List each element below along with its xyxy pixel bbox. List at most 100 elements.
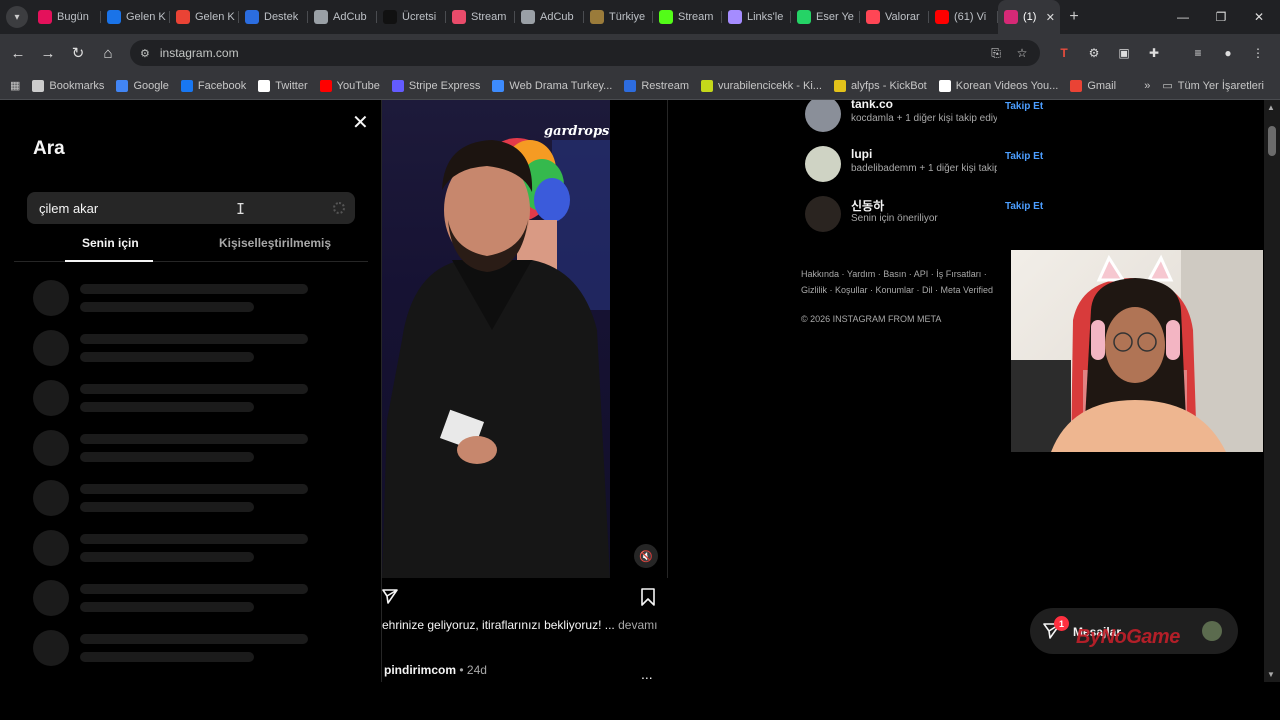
browser-tab[interactable]: Stream (446, 3, 515, 31)
new-tab-button[interactable]: + (1060, 8, 1088, 26)
save-bookmark-icon[interactable] (640, 588, 656, 606)
post-author-row: pindirimcom • 24d (384, 663, 487, 677)
mute-toggle-icon[interactable]: 🔇 (634, 544, 658, 568)
bookmark-label: Facebook (197, 79, 247, 92)
browser-tab[interactable]: Ücretsi (377, 3, 446, 31)
browser-tab[interactable]: Valorar (860, 3, 929, 31)
follow-button[interactable]: Takip Et (1005, 101, 1043, 112)
tab-unpersonalized[interactable]: Kişiselleştirilmemiş (219, 236, 331, 250)
browser-menu-icon[interactable]: ⋮ (1248, 43, 1268, 63)
tab-for-you[interactable]: Senin için (82, 236, 139, 250)
tab-label: Eser Ye (816, 11, 854, 23)
bookmark-favicon-icon (258, 79, 271, 92)
browser-tab[interactable]: Eser Ye (791, 3, 860, 31)
bookmarks-overflow-button[interactable]: » (1138, 80, 1156, 92)
close-search-icon[interactable]: ✕ (352, 110, 369, 135)
bookmark-item[interactable]: vurabilencicekk - Ki... (695, 79, 828, 92)
minimize-button[interactable]: — (1164, 0, 1202, 34)
video-frame (382, 138, 610, 578)
post-options-icon[interactable]: ... (641, 666, 653, 682)
tab-search-button[interactable]: ▾ (6, 6, 28, 28)
bookmark-item[interactable]: Web Drama Turkey... (486, 79, 618, 92)
browser-tab[interactable]: Gelen K (170, 3, 239, 31)
skeleton-avatar (33, 530, 69, 566)
profile-avatar-icon[interactable]: ● (1218, 43, 1238, 63)
browser-tab[interactable]: AdCub (515, 3, 584, 31)
bookmark-item[interactable]: Twitter (252, 79, 313, 92)
share-icon[interactable] (382, 588, 398, 604)
address-text: instagram.com (159, 46, 239, 60)
tab-favicon-icon (176, 10, 190, 24)
bookmark-star-icon[interactable]: ☆ (1012, 43, 1032, 63)
skeleton-result-row (33, 528, 323, 568)
taskbar-area (0, 682, 1280, 720)
suggestion-username[interactable]: tank.co (851, 100, 893, 111)
suggestion-avatar[interactable] (805, 100, 841, 132)
apps-grid-icon[interactable]: ▦ (0, 79, 26, 92)
maximize-button[interactable]: ❐ (1202, 0, 1240, 34)
follow-button[interactable]: Takip Et (1005, 151, 1043, 162)
webcam-overlay (1011, 250, 1263, 452)
media-control-icon[interactable]: ≡ (1188, 43, 1208, 63)
tab-favicon-icon (383, 10, 397, 24)
all-bookmarks-label: Tüm Yer İşaretleri (1177, 79, 1264, 92)
browser-tab[interactable]: Links'le (722, 3, 791, 31)
scroll-thumb[interactable] (1268, 126, 1276, 156)
suggestion-avatar[interactable] (805, 196, 841, 232)
extension-screen-icon[interactable]: ▣ (1114, 43, 1134, 63)
back-button[interactable]: ← (3, 38, 33, 68)
tab-label: AdCub (540, 11, 574, 23)
bookmark-item[interactable]: Facebook (175, 79, 252, 92)
search-input[interactable]: çilem akar (27, 192, 355, 224)
bookmark-item[interactable]: Google (110, 79, 174, 92)
follow-button[interactable]: Takip Et (1005, 201, 1043, 212)
all-bookmarks-folder[interactable]: ▭ Tüm Yer İşaretleri (1156, 79, 1270, 93)
extension-gear-icon[interactable]: ⚙ (1084, 43, 1104, 63)
extension-tp-icon[interactable]: T (1054, 43, 1074, 63)
bookmark-item[interactable]: YouTube (314, 79, 386, 92)
forward-button[interactable]: → (33, 38, 63, 68)
address-bar[interactable]: ⚙ instagram.com (130, 40, 1040, 66)
bookmark-item[interactable]: alyfps - KickBot (828, 79, 933, 92)
tab-label: Links'le (747, 11, 784, 23)
bookmark-item[interactable]: Korean Videos You... (933, 79, 1065, 92)
extensions-puzzle-icon[interactable]: ✚ (1144, 43, 1164, 63)
browser-tab[interactable]: AdCub (308, 3, 377, 31)
bookmark-favicon-icon (938, 79, 951, 92)
stream-watermark: ByNoGame (1076, 626, 1180, 648)
bookmark-item[interactable]: Bookmarks (26, 79, 110, 92)
browser-tab[interactable]: (61) Vi (929, 3, 998, 31)
tab-favicon-icon (659, 10, 673, 24)
close-tab-icon[interactable]: ✕ (1046, 11, 1055, 24)
bookmark-item[interactable]: Restream (618, 79, 695, 92)
install-app-icon[interactable]: ⎘ (986, 43, 1006, 63)
tab-favicon-icon (866, 10, 880, 24)
bookmark-favicon-icon (319, 79, 332, 92)
skeleton-line (80, 302, 254, 312)
footer-links[interactable]: Hakkında · Yardım · Basın · API · İş Fır… (801, 266, 1011, 298)
page-scrollbar[interactable]: ▲ ▼ (1264, 100, 1280, 682)
bookmark-item[interactable]: Stripe Express (386, 79, 487, 92)
browser-tab[interactable]: Stream (653, 3, 722, 31)
home-button[interactable]: ⌂ (93, 38, 123, 68)
caption-more-link[interactable]: devamı (618, 618, 657, 632)
scroll-down-arrow-icon[interactable]: ▼ (1267, 670, 1275, 679)
browser-tab[interactable]: Türkiye (584, 3, 653, 31)
skeleton-avatar (33, 480, 69, 516)
close-window-button[interactable]: ✕ (1240, 0, 1278, 34)
scroll-up-arrow-icon[interactable]: ▲ (1267, 103, 1275, 112)
post-author-username[interactable]: pindirimcom (384, 663, 456, 677)
browser-tab[interactable]: Bugün (32, 3, 101, 31)
suggestion-username[interactable]: 신동하 (851, 197, 884, 214)
site-info-icon[interactable]: ⚙ (140, 47, 150, 60)
browser-tab[interactable]: (1) ✕ (998, 0, 1060, 34)
post-video[interactable]: gardrops (382, 100, 610, 578)
tab-favicon-icon (38, 10, 52, 24)
browser-tab[interactable]: Gelen K (101, 3, 170, 31)
suggestion-username[interactable]: lupi (851, 147, 872, 161)
browser-tab[interactable]: Destek (239, 3, 308, 31)
suggestion-avatar[interactable] (805, 146, 841, 182)
bookmark-item[interactable]: Gmail (1064, 79, 1122, 92)
reload-button[interactable]: ↻ (63, 38, 93, 68)
tab-label: Gelen K (126, 11, 166, 23)
